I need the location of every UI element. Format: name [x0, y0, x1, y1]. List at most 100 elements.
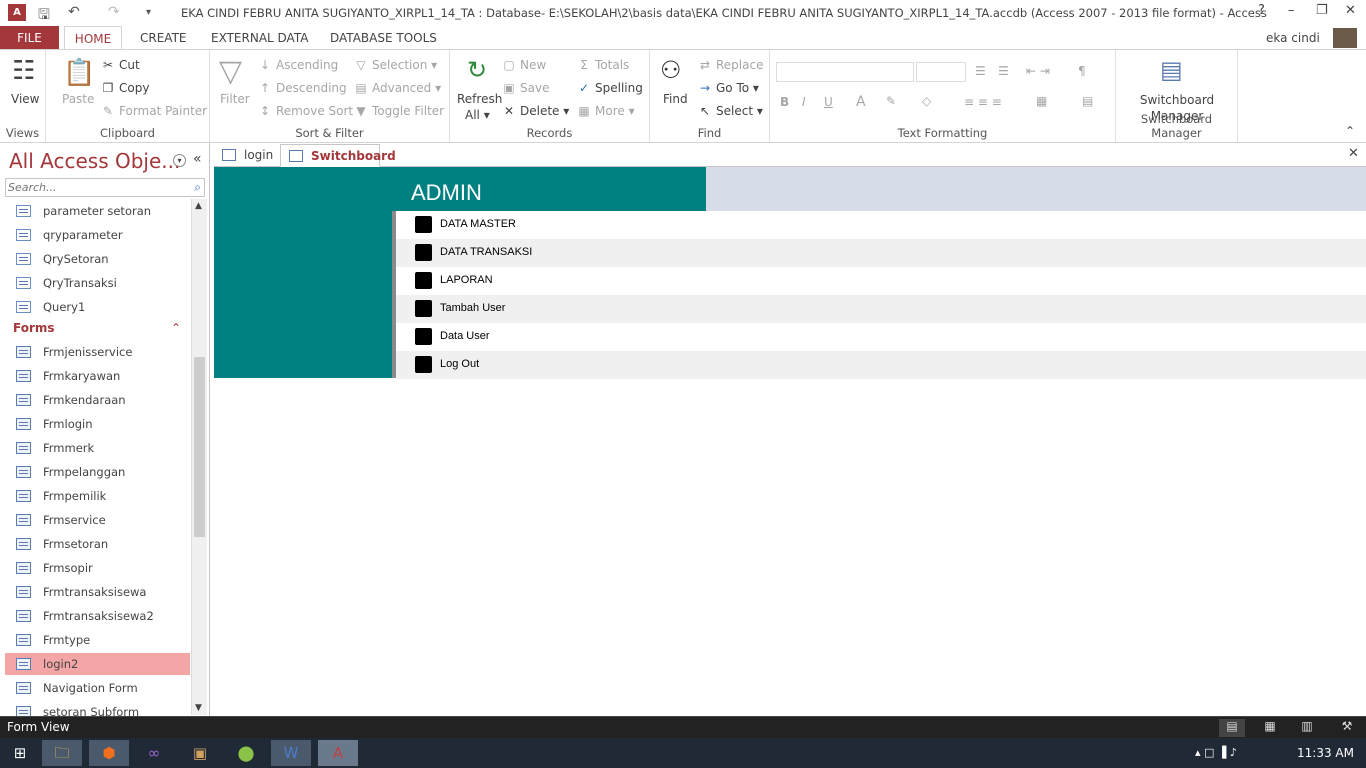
replace-button[interactable]: ⇄ Replace — [698, 58, 764, 72]
design-view-icon[interactable]: ⚒ — [1334, 719, 1360, 737]
switchboard-button[interactable] — [415, 216, 432, 233]
font-size-dropdown[interactable] — [916, 62, 966, 82]
find-button[interactable]: Find — [663, 92, 688, 106]
list-item[interactable]: Frmjenisservice — [5, 341, 190, 363]
list-item[interactable]: Frmsetoran — [5, 533, 190, 555]
redo-icon[interactable]: ↷ — [108, 4, 120, 20]
search-input[interactable] — [6, 179, 181, 196]
save-icon[interactable]: 🖫 — [38, 4, 50, 28]
toggle-filter-button[interactable]: ▼ Toggle Filter — [354, 104, 444, 118]
italic-icon[interactable]: I — [802, 95, 806, 109]
ascending-button[interactable]: ↓ Ascending — [258, 58, 338, 72]
undo-icon[interactable]: ↶ — [68, 4, 80, 20]
select-button[interactable]: ↖ Select ▾ — [698, 104, 763, 118]
goto-button[interactable]: → Go To ▾ — [698, 81, 759, 95]
switchboard-label[interactable]: Data User — [440, 330, 490, 342]
list-item[interactable]: Frmkendaraan — [5, 389, 190, 411]
switchboard-button[interactable] — [415, 356, 432, 373]
list-item[interactable]: login2 — [5, 653, 190, 675]
explorer-icon[interactable]: 🗀 — [42, 740, 82, 766]
font-name-dropdown[interactable] — [776, 62, 914, 82]
scroll-down-icon[interactable]: ▼ — [195, 703, 202, 713]
copy-button[interactable]: ❐ Copy — [101, 81, 150, 95]
customize-quick-access-icon[interactable]: ▾ — [146, 7, 151, 18]
binoculars-icon[interactable]: ⚇ — [660, 56, 682, 84]
tab-create[interactable]: CREATE — [132, 26, 195, 50]
bold-icon[interactable]: B — [780, 95, 789, 109]
tray-icons[interactable]: ▴ □ ▐ ♪ — [1195, 746, 1237, 759]
fill-color-icon[interactable]: ◇ — [922, 94, 931, 108]
switchboard-manager-icon[interactable]: ▤ — [1160, 56, 1183, 84]
switchboard-button[interactable] — [415, 272, 432, 289]
list-item[interactable]: Frmservice — [5, 509, 190, 531]
list-item[interactable]: Frmpemilik — [5, 485, 190, 507]
switchboard-label[interactable]: Tambah User — [440, 302, 505, 314]
minimize-button[interactable]: – — [1288, 3, 1295, 18]
alternate-row-color-icon[interactable]: ▤ — [1082, 94, 1093, 108]
switchboard-label[interactable]: DATA MASTER — [440, 218, 516, 230]
list-item[interactable]: Query1 — [5, 296, 190, 318]
tab-external-data[interactable]: EXTERNAL DATA — [203, 26, 316, 50]
access-icon[interactable]: A — [318, 740, 358, 766]
xampp-icon[interactable]: ⬢ — [89, 740, 129, 766]
shutter-bar-close-icon[interactable]: « — [193, 151, 202, 167]
nav-menu-dropdown-icon[interactable]: ▾ — [173, 154, 186, 167]
app-icon[interactable]: ▣ — [180, 740, 220, 766]
list-item[interactable]: parameter setoran — [5, 200, 190, 222]
cut-button[interactable]: ✂ Cut — [101, 58, 140, 72]
user-name[interactable]: eka cindi — [1258, 26, 1328, 50]
totals-button[interactable]: Σ Totals — [577, 58, 629, 72]
new-record-button[interactable]: ▢ New — [502, 58, 546, 72]
search-icon[interactable]: ⌕ — [194, 180, 201, 195]
filter-button[interactable]: Filter — [220, 92, 250, 106]
save-record-button[interactable]: ▣ Save — [502, 81, 549, 95]
switchboard-label[interactable]: Log Out — [440, 358, 479, 370]
word-icon[interactable]: W — [271, 740, 311, 766]
switchboard-label[interactable]: LAPORAN — [440, 274, 493, 286]
user-avatar[interactable] — [1333, 28, 1357, 48]
refresh-icon[interactable]: ↻ — [467, 56, 487, 84]
close-document-icon[interactable]: ✕ — [1348, 146, 1359, 161]
form-view-icon[interactable]: ▤ — [1219, 719, 1245, 737]
list-item[interactable]: QryTransaksi — [5, 272, 190, 294]
help-button[interactable]: ? — [1258, 3, 1265, 18]
list-item[interactable]: Frmkaryawan — [5, 365, 190, 387]
align-icons[interactable]: ≡ ≡ ≡ — [964, 95, 1002, 109]
restore-button[interactable]: ❐ — [1316, 3, 1328, 18]
paste-icon[interactable]: 📋 — [63, 58, 95, 88]
gridlines-icon[interactable]: ▦ — [1036, 94, 1047, 108]
format-painter-button[interactable]: ✎ Format Painter — [101, 104, 207, 118]
filter-icon[interactable]: ▽ — [219, 54, 242, 89]
tab-switchboard[interactable]: Switchboard — [280, 144, 396, 167]
layout-view-icon[interactable]: ▥ — [1294, 719, 1320, 737]
scroll-up-icon[interactable]: ▲ — [195, 201, 202, 211]
underline-icon[interactable]: U — [824, 95, 833, 109]
list-item[interactable]: Frmtransaksisewa2 — [5, 605, 190, 627]
tab-database-tools[interactable]: DATABASE TOOLS — [322, 26, 445, 50]
clock[interactable]: 11:33 AM — [1297, 746, 1354, 760]
descending-button[interactable]: ↑ Descending — [258, 81, 347, 95]
view-button[interactable]: View — [11, 92, 39, 106]
paragraph-icon[interactable]: ¶ — [1078, 64, 1086, 78]
collapse-group-icon[interactable]: ⌃ — [171, 321, 181, 335]
list-item[interactable]: Frmsopir — [5, 557, 190, 579]
list-item[interactable]: Frmpelanggan — [5, 461, 190, 483]
tab-home[interactable]: HOME — [64, 26, 122, 51]
tab-file[interactable]: FILE — [0, 26, 59, 50]
list-item[interactable]: QrySetoran — [5, 248, 190, 270]
list-item[interactable]: Navigation Form — [5, 677, 190, 699]
font-color-icon[interactable]: A — [856, 94, 866, 110]
datasheet-view-icon[interactable]: ▦ — [1257, 719, 1283, 737]
switchboard-button[interactable] — [415, 244, 432, 261]
spelling-button[interactable]: ✓ Spelling — [577, 81, 643, 95]
nav-group-forms[interactable]: Forms ⌃ — [13, 321, 181, 335]
switchboard-button[interactable] — [415, 300, 432, 317]
paste-button[interactable]: Paste — [62, 92, 94, 106]
start-icon[interactable]: ⊞ — [0, 740, 40, 766]
numbering-icon[interactable]: ☰ — [998, 64, 1009, 78]
visual-studio-icon[interactable]: ∞ — [134, 740, 174, 766]
view-icon[interactable]: ☷ — [12, 56, 35, 86]
indent-icons[interactable]: ⇤ ⇥ — [1026, 64, 1050, 78]
list-item[interactable]: qryparameter — [5, 224, 190, 246]
scroll-thumb[interactable] — [194, 357, 205, 537]
